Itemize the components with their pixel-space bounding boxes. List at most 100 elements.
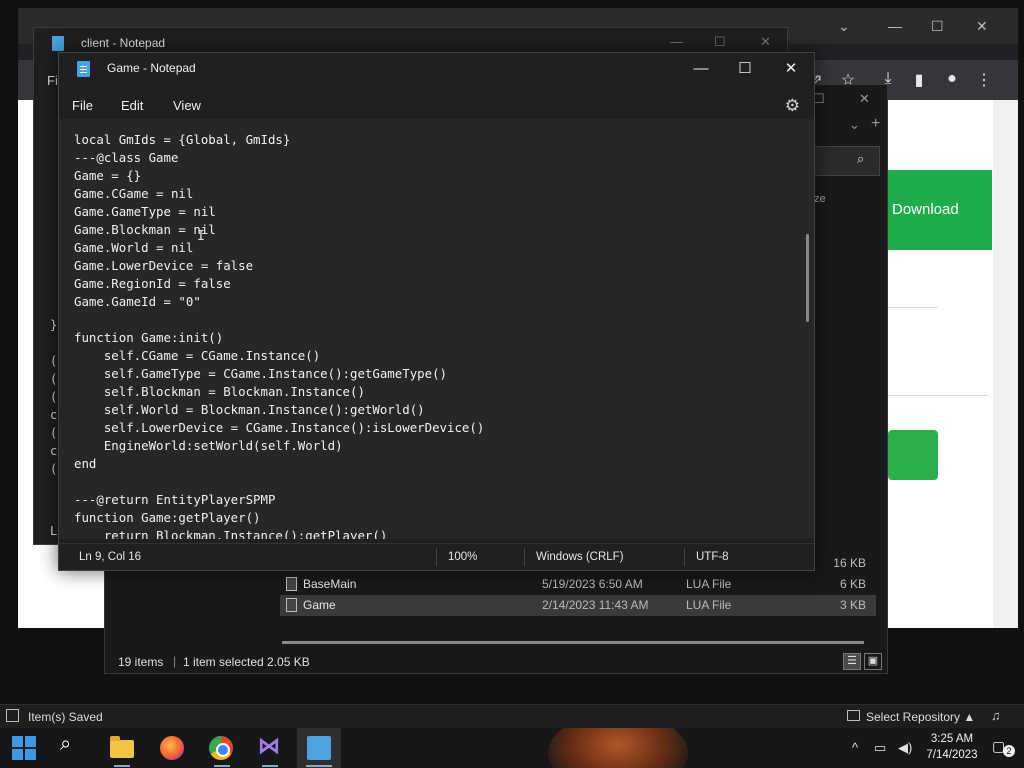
browser-maximize-icon[interactable]: ☐ <box>931 18 944 35</box>
code-line: self.Blockman = Blockman.Instance() <box>74 384 365 399</box>
code-text: local GmIds = {Global, GmIds} ---@class G… <box>74 119 484 539</box>
code-fragment: ( <box>50 426 58 440</box>
text-cursor-icon: I <box>197 229 205 244</box>
file-row-selected[interactable]: Game 2/14/2023 11:43 AM LUA File 3 KB <box>280 595 876 616</box>
windows-start-icon[interactable] <box>12 736 36 760</box>
file-row[interactable]: BaseMain 5/19/2023 6:50 AM LUA File 6 KB <box>280 574 876 595</box>
text-editor[interactable]: local GmIds = {Global, GmIds} ---@class G… <box>59 119 814 539</box>
browser-scrollbar[interactable] <box>993 100 1018 628</box>
encoding: UTF-8 <box>696 551 729 563</box>
chevron-down-icon[interactable]: ⌄ <box>849 117 860 133</box>
code-line: ---@class Game <box>74 150 179 165</box>
bell-icon[interactable]: ♫ <box>991 708 1001 723</box>
clock[interactable]: 3:25 AM 7/14/2023 <box>918 731 986 763</box>
code-line: Game.GameId = "0" <box>74 294 201 309</box>
code-line: Game = {} <box>74 168 142 183</box>
divider <box>888 395 988 396</box>
running-indicator <box>214 765 230 767</box>
browser-close-icon[interactable]: ✕ <box>976 18 988 35</box>
horizontal-scrollbar[interactable] <box>282 641 864 644</box>
notepad-icon <box>77 61 90 77</box>
vertical-scrollbar[interactable] <box>806 234 809 322</box>
search-input[interactable] <box>810 146 880 176</box>
minimize-icon[interactable]: — <box>678 57 724 83</box>
file-icon <box>286 577 297 591</box>
chrome-icon[interactable] <box>209 736 233 760</box>
details-view-icon[interactable]: ☰ <box>843 653 861 670</box>
visual-studio-icon[interactable]: ⋈ <box>258 733 282 758</box>
editor-statusbar: Ln 9, Col 16 100% Windows (CRLF) UTF-8 <box>59 543 814 570</box>
menu-file[interactable]: File <box>72 98 93 113</box>
file-explorer-icon[interactable] <box>110 736 134 758</box>
separator: | <box>173 654 177 668</box>
clock-time: 3:25 AM <box>930 733 974 745</box>
new-tab-icon[interactable]: + <box>871 115 880 133</box>
save-status-text: Item(s) Saved <box>28 710 103 724</box>
separator <box>436 548 437 566</box>
code-line: return Blockman.Instance():getPlayer() <box>74 528 388 539</box>
network-icon[interactable]: ▭ <box>874 740 886 756</box>
game-notepad-window[interactable]: Game - Notepad — ☐ ✕ File Edit View ⚙ lo… <box>58 52 815 571</box>
file-date: 5/19/2023 6:50 AM <box>542 577 643 591</box>
maximize-icon[interactable]: ☐ <box>714 34 726 50</box>
running-indicator <box>262 765 278 767</box>
menu-dots-icon[interactable]: ⋮ <box>974 70 994 90</box>
download-button[interactable]: Download <box>880 170 992 250</box>
selection-info: 1 item selected 2.05 KB <box>183 655 310 669</box>
code-fragment: c <box>50 444 58 458</box>
close-icon[interactable]: ✕ <box>760 34 771 50</box>
close-icon[interactable]: ✕ <box>859 91 870 107</box>
save-status-icon <box>6 709 19 722</box>
file-size: 16 KB <box>833 556 866 570</box>
menu-edit[interactable]: Edit <box>121 98 143 113</box>
file-type: LUA File <box>686 598 732 612</box>
clock-date: 7/14/2023 <box>926 749 978 761</box>
code-line: Game.World = nil <box>74 240 194 255</box>
status-fragment: L <box>50 524 58 538</box>
code-fragment: ( <box>50 390 58 404</box>
code-line: function Game:init() <box>74 330 224 345</box>
search-icon[interactable]: ⌕ <box>857 151 864 167</box>
window-title: Game - Notepad <box>107 61 196 75</box>
chevron-up-icon[interactable]: ^ <box>852 740 858 755</box>
column-header-size[interactable]: ze <box>814 193 826 205</box>
code-line: end <box>74 456 97 471</box>
code-fragment: ( <box>50 354 58 368</box>
code-line: self.LowerDevice = CGame.Instance():isLo… <box>74 420 485 435</box>
download-label: Download <box>892 201 959 218</box>
green-action-button[interactable] <box>888 430 938 480</box>
notepad-icon <box>52 36 64 51</box>
gear-icon[interactable]: ⚙ <box>785 96 800 116</box>
tiles-view-icon[interactable]: ▣ <box>864 653 882 670</box>
divider <box>888 307 938 308</box>
code-line: function Game:getPlayer() <box>74 510 261 525</box>
menu-bar: File Edit View ⚙ <box>59 91 814 119</box>
notepad-icon[interactable] <box>307 736 331 760</box>
code-line: Game.Blockman = nil <box>74 222 216 237</box>
select-repository-button[interactable]: Select Repository ▲ <box>866 710 975 724</box>
menu-view[interactable]: View <box>173 98 201 113</box>
profile-icon[interactable]: ● <box>942 70 962 88</box>
code-fragment: ( <box>50 462 58 476</box>
running-indicator <box>114 765 130 767</box>
chevron-down-icon[interactable]: ⌄ <box>838 18 850 35</box>
firefox-icon[interactable] <box>160 736 184 760</box>
line-endings: Windows (CRLF) <box>536 551 624 563</box>
sidebar-icon[interactable]: ▮ <box>909 70 929 90</box>
volume-icon[interactable]: ◀) <box>898 740 912 756</box>
notification-count-badge: 2 <box>1003 745 1015 757</box>
taskbar: ⌕ ⋈ ^ ▭ ◀) 3:25 AM 7/14/2023 ▢ 2 <box>0 728 1024 768</box>
minimize-icon[interactable]: — <box>670 34 683 49</box>
browser-minimize-icon[interactable]: — <box>888 18 902 34</box>
code-line: ---@return EntityPlayerSPMP <box>74 492 276 507</box>
code-fragment: } <box>50 318 58 332</box>
zoom-level: 100% <box>448 551 478 563</box>
maximize-icon[interactable]: ☐ <box>722 57 768 83</box>
search-icon[interactable]: ⌕ <box>60 733 84 757</box>
repository-icon <box>847 710 860 721</box>
running-indicator <box>306 765 332 767</box>
close-icon[interactable]: ✕ <box>768 57 814 83</box>
code-fragment: ( <box>50 372 58 386</box>
separator <box>684 548 685 566</box>
